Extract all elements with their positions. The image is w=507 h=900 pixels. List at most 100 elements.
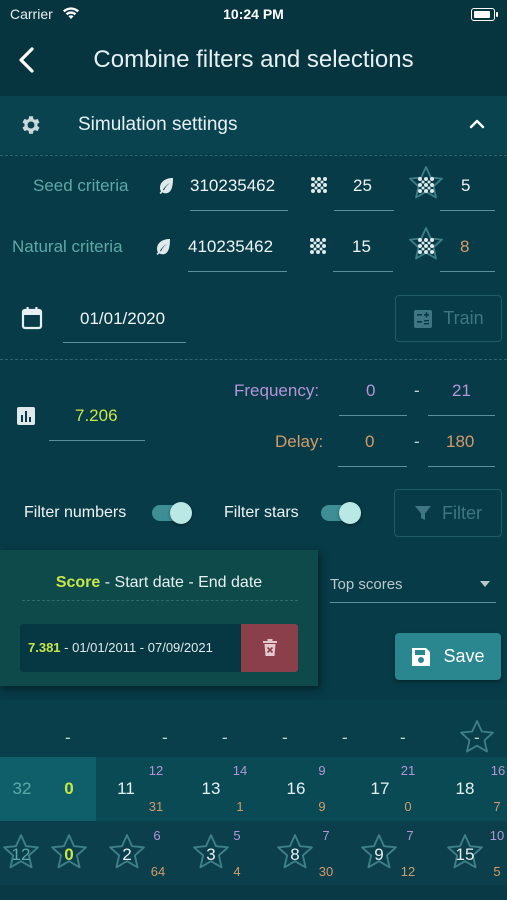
calendar-icon	[21, 306, 43, 330]
dropdown-arrow-icon	[480, 581, 490, 587]
score-header-label: Score	[55, 574, 101, 591]
seed-count-input[interactable]: 25	[334, 166, 394, 211]
number-cell[interactable]: 14 13 1	[180, 757, 264, 821]
top-scores-selected: Top scores	[330, 576, 403, 593]
natural-criteria-input[interactable]: 410235462	[188, 227, 287, 272]
filter-button[interactable]: Filter	[394, 489, 502, 537]
bottom-edge	[0, 885, 507, 900]
cell-frequency: 12	[148, 763, 164, 778]
star-cell[interactable]: 10 15 5	[432, 821, 507, 885]
delay-range-separator: -	[414, 432, 420, 451]
delay-min-value: 0	[365, 432, 375, 451]
score-header-rest: - Start date - End date	[100, 574, 263, 591]
frequency-min-value: 0	[366, 381, 376, 400]
battery-icon	[471, 8, 495, 21]
seed-count-value: 25	[353, 176, 372, 195]
delay-label: Delay:	[275, 432, 324, 451]
frequency-range-separator: -	[414, 381, 420, 400]
delay-max-input[interactable]: 180	[428, 421, 495, 467]
dots-grid-icon	[310, 176, 328, 194]
filter-icon	[414, 504, 432, 522]
cell-delay: 64	[150, 864, 166, 879]
star-cell[interactable]: 6 2 64	[96, 821, 180, 885]
number-cell[interactable]: 9 16 9	[264, 757, 348, 821]
row-score: 0	[64, 779, 74, 798]
filter-stars-toggle[interactable]	[321, 502, 361, 524]
train-button[interactable]: Train	[395, 295, 502, 342]
clock: 10:24 PM	[223, 6, 284, 22]
number-cell[interactable]: 21 17 0	[348, 757, 432, 821]
seed-stars-value: 5	[461, 176, 471, 195]
star-cell[interactable]: 7 8 30	[264, 821, 348, 885]
filter-label: Filter	[442, 502, 482, 523]
cell-delay: 0	[404, 799, 412, 814]
divider	[22, 600, 298, 601]
dash: -	[222, 728, 228, 747]
cell-frequency: 16	[490, 763, 506, 778]
natural-criteria-label: Natural criteria	[12, 237, 123, 256]
star-cell[interactable]: 5 3 4	[180, 821, 264, 885]
bar-chart-icon	[16, 406, 36, 426]
dash: -	[65, 728, 71, 747]
frequency-max-value: 21	[452, 381, 471, 400]
number-cell[interactable]: 16 18 7	[432, 757, 507, 821]
cell-frequency: 5	[233, 828, 241, 843]
dash: -	[342, 728, 348, 747]
cell-number: 16	[286, 779, 306, 798]
cell-number: 18	[455, 779, 475, 798]
results-dash-row: - - - - - - -	[0, 728, 507, 750]
seed-criteria-label: Seed criteria	[33, 176, 129, 195]
cell-number: 17	[370, 779, 390, 798]
frequency-max-input[interactable]: 21	[428, 370, 495, 416]
gear-icon	[19, 113, 43, 137]
cell-number: 11	[117, 779, 135, 798]
battery-cap	[496, 12, 498, 17]
frequency-label: Frequency:	[234, 381, 320, 400]
number-cell[interactable]: 12 11 31	[96, 757, 180, 821]
delay-min-input[interactable]: 0	[338, 421, 407, 467]
cell-number: 8	[290, 845, 300, 864]
page-title: Combine filters and selections	[93, 46, 414, 73]
cell-delay: 4	[233, 864, 241, 879]
filter-stars-label: Filter stars	[224, 504, 299, 521]
cell-delay: 31	[148, 799, 164, 814]
seed-criteria-value: 310235462	[190, 176, 276, 195]
cell-delay: 30	[318, 864, 334, 879]
delay-max-value: 180	[446, 432, 475, 451]
frequency-min-input[interactable]: 0	[339, 370, 407, 416]
chevron-up-icon[interactable]	[468, 117, 486, 131]
divider	[0, 359, 507, 360]
delete-score-button[interactable]	[241, 624, 298, 672]
star-icon[interactable]	[458, 718, 496, 756]
star-cell[interactable]: 7 9 12	[348, 821, 432, 885]
score-entry-score: 7.381	[28, 640, 61, 655]
score-panel-header: Score - Start date - End date	[0, 574, 318, 592]
save-button[interactable]: Save	[395, 633, 501, 680]
calculator-icon	[413, 309, 433, 329]
top-scores-select[interactable]: Top scores	[330, 566, 496, 603]
dots-grid-icon	[417, 176, 435, 194]
filter-numbers-toggle[interactable]	[152, 502, 192, 524]
natural-count-value: 15	[352, 237, 371, 256]
cell-delay: 1	[236, 799, 244, 814]
natural-stars-input[interactable]: 8	[440, 227, 495, 272]
cell-delay: 7	[493, 799, 501, 814]
date-value: 01/01/2020	[80, 309, 166, 328]
cell-number: 9	[374, 845, 384, 864]
simulation-settings-toggle[interactable]	[0, 96, 507, 154]
natural-count-input[interactable]: 15	[333, 227, 393, 272]
cell-number: 15	[455, 845, 475, 864]
cell-frequency: 14	[232, 763, 248, 778]
cell-delay: 12	[400, 864, 416, 879]
row-score: 0	[64, 845, 74, 864]
cell-frequency: 6	[153, 828, 161, 843]
divider	[0, 155, 507, 156]
score-entry[interactable]: 7.381 - 01/01/2011 - 07/09/2021	[20, 624, 298, 672]
score-input[interactable]: 7.206	[49, 395, 145, 441]
seed-stars-input[interactable]: 5	[440, 166, 495, 211]
dash: -	[282, 728, 288, 747]
seed-criteria-input[interactable]: 310235462	[190, 166, 288, 211]
cell-delay: 9	[318, 799, 326, 814]
cell-number: 13	[201, 779, 221, 798]
date-input[interactable]: 01/01/2020	[63, 298, 186, 343]
